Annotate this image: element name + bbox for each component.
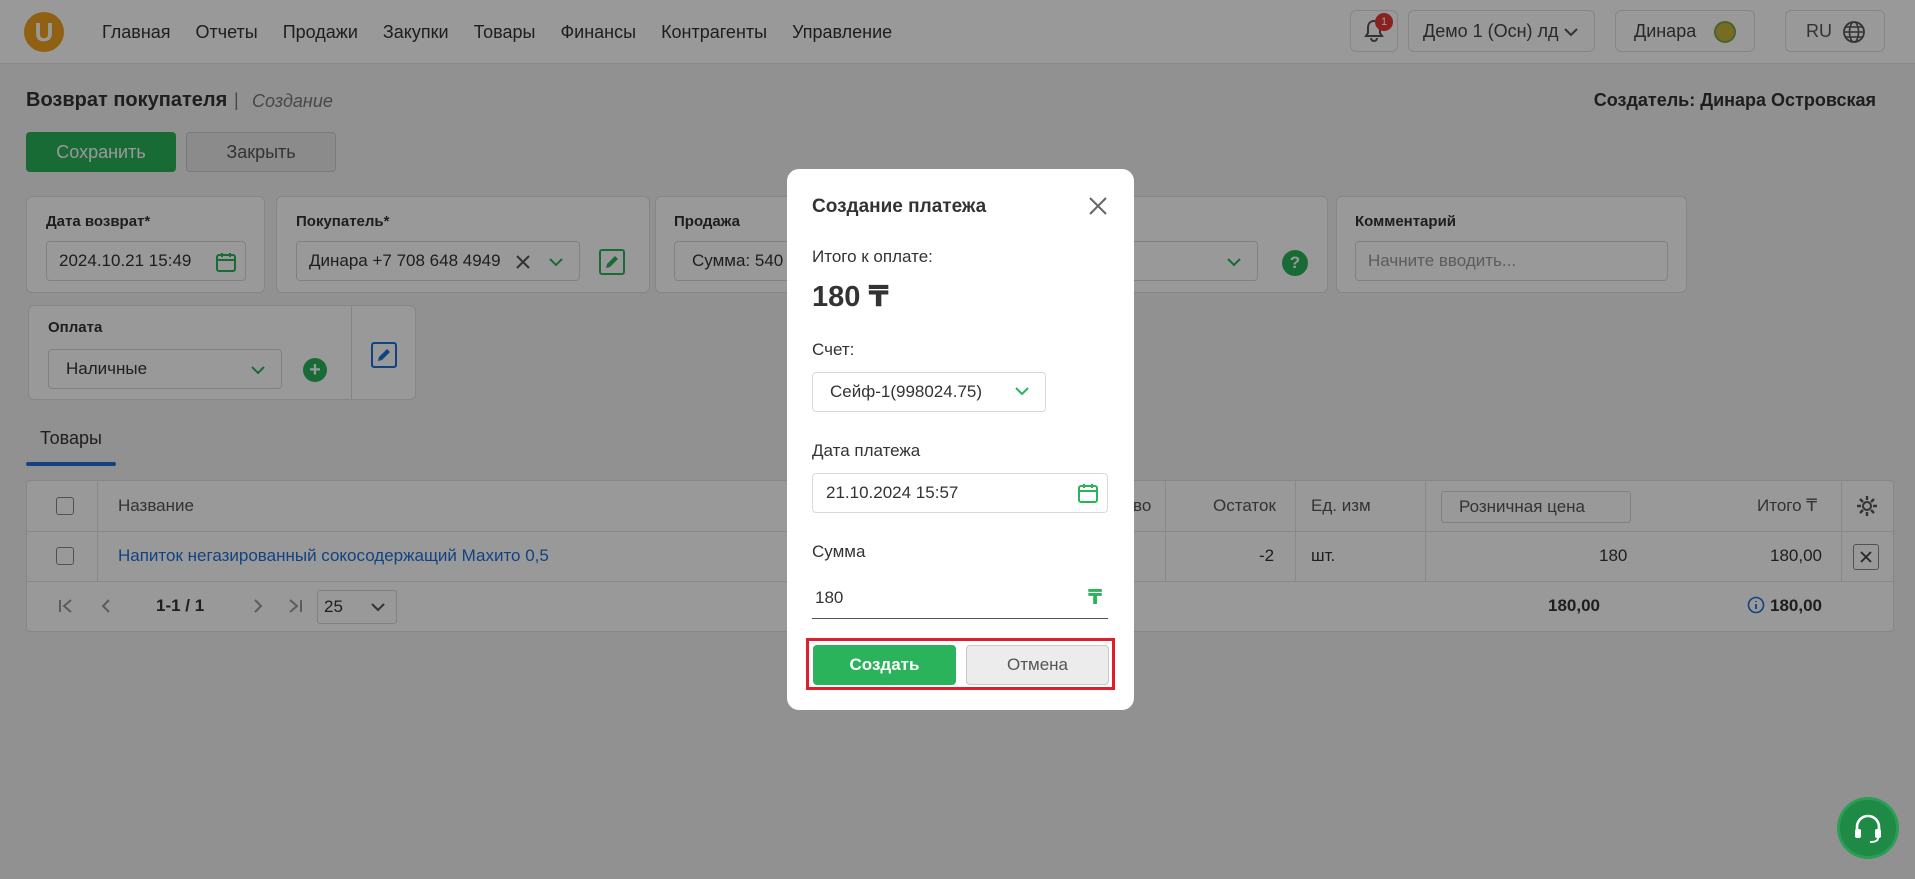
- dialog-title: Создание платежа: [812, 196, 987, 217]
- headset-icon: [1855, 814, 1881, 843]
- chevron-down-icon: [1015, 387, 1029, 396]
- account-value: Сейф-1(998024.75): [830, 382, 983, 401]
- calendar-icon[interactable]: [1077, 482, 1099, 504]
- sum-value: 180: [815, 588, 844, 607]
- close-icon[interactable]: [1087, 195, 1109, 217]
- payment-date-value: 21.10.2024 15:57: [826, 483, 959, 502]
- account-select[interactable]: Сейф-1(998024.75): [812, 372, 1046, 412]
- sum-label: Сумма: [812, 542, 866, 561]
- tenge-icon: ₸: [1088, 587, 1102, 609]
- account-label: Счет:: [812, 340, 855, 359]
- support-chat-button[interactable]: [1837, 797, 1899, 859]
- cancel-button[interactable]: Отмена: [966, 645, 1109, 685]
- total-amount: 180 ₸: [812, 281, 889, 313]
- dialog-actions-highlight: Создать Отмена: [806, 638, 1115, 690]
- create-button[interactable]: Создать: [813, 645, 956, 685]
- create-payment-dialog: Создание платежа Итого к оплате: 180 ₸ С…: [787, 169, 1134, 710]
- sum-input[interactable]: 180 ₸: [812, 577, 1108, 619]
- payment-date-label: Дата платежа: [812, 441, 921, 460]
- payment-date-field[interactable]: 21.10.2024 15:57: [812, 473, 1108, 513]
- total-label: Итого к оплате:: [812, 247, 933, 266]
